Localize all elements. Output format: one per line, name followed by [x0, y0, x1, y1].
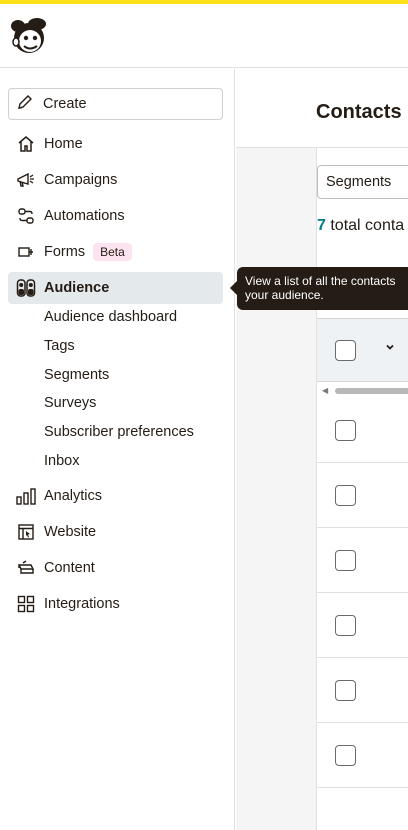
table-row	[317, 398, 408, 463]
sidebar-subitem-surveys[interactable]: Surveys	[44, 395, 96, 411]
pencil-icon	[17, 94, 33, 115]
table-row	[317, 658, 408, 723]
form-icon	[16, 242, 36, 262]
sidebar-subitem-inbox[interactable]: Inbox	[44, 453, 79, 469]
automation-icon	[16, 206, 36, 226]
sidebar-subitem-tags[interactable]: Tags	[44, 338, 75, 354]
table-row	[317, 593, 408, 658]
sidebar-item-label: Automations	[44, 208, 125, 224]
sidebar-item-content[interactable]: Content	[8, 552, 223, 584]
sidebar-item-label: Analytics	[44, 488, 103, 504]
beta-badge: Beta	[93, 243, 132, 261]
sidebar-item-forms[interactable]: Forms Beta	[8, 236, 223, 268]
sidebar-item-analytics[interactable]: Analytics	[8, 480, 223, 512]
table-row	[317, 723, 408, 788]
mailchimp-logo-icon[interactable]	[10, 16, 48, 56]
total-contacts-label: total conta	[325, 217, 405, 234]
table-row	[317, 528, 408, 593]
segments-select[interactable]: Segments	[317, 165, 408, 199]
segments-select-value: Segments	[326, 174, 392, 190]
sidebar-item-label: Audience	[44, 280, 110, 296]
create-button[interactable]: Create	[8, 88, 223, 120]
sidebar-item-label: Integrations	[44, 596, 120, 612]
total-contacts-text: 7 total conta	[317, 217, 404, 235]
total-contacts-count: 7	[317, 217, 326, 234]
row-checkbox[interactable]	[335, 615, 356, 636]
chevron-down-icon[interactable]	[385, 341, 395, 355]
website-icon	[16, 522, 36, 542]
row-checkbox[interactable]	[335, 420, 356, 441]
sidebar-item-label: Website	[44, 524, 97, 540]
scrollbar-thumb[interactable]	[335, 388, 408, 394]
table-header-row	[317, 318, 408, 382]
main-content: Contacts Segments 7 total conta ◀	[236, 69, 408, 830]
select-all-checkbox[interactable]	[335, 340, 356, 361]
row-checkbox[interactable]	[335, 745, 356, 766]
sidebar-item-website[interactable]: Website	[8, 516, 223, 548]
home-icon	[16, 134, 36, 154]
create-button-label: Create	[43, 96, 87, 112]
table-row	[317, 463, 408, 528]
audience-icon	[16, 278, 36, 298]
row-checkbox[interactable]	[335, 550, 356, 571]
contacts-panel: Segments 7 total conta ◀	[316, 148, 408, 830]
integrations-icon	[16, 594, 36, 614]
sidebar-item-automations[interactable]: Automations	[8, 200, 223, 232]
sidebar-item-label: Content	[44, 560, 95, 576]
sidebar-item-label: Home	[44, 136, 83, 152]
page-title: Contacts	[316, 101, 402, 123]
scroll-left-arrow-icon[interactable]: ◀	[322, 386, 328, 395]
sidebar-item-audience[interactable]: Audience	[8, 272, 223, 304]
content-icon	[16, 558, 36, 578]
sidebar-item-campaigns[interactable]: Campaigns	[8, 164, 223, 196]
row-checkbox[interactable]	[335, 680, 356, 701]
sidebar-item-integrations[interactable]: Integrations	[8, 588, 223, 620]
sidebar-item-label: Forms	[44, 244, 86, 260]
megaphone-icon	[16, 170, 36, 190]
bar-chart-icon	[16, 486, 36, 506]
sidebar-item-home[interactable]: Home	[8, 128, 223, 160]
horizontal-scrollbar[interactable]: ◀	[317, 385, 408, 397]
sidebar-subitem-audience-dashboard[interactable]: Audience dashboard	[44, 309, 177, 325]
sidebar: Create Home Campaigns Automations Forms …	[0, 69, 235, 830]
sidebar-subitem-segments[interactable]: Segments	[44, 367, 109, 383]
app-header	[0, 4, 408, 68]
row-checkbox[interactable]	[335, 485, 356, 506]
sidebar-item-label: Campaigns	[44, 172, 118, 188]
sidebar-subitem-subscriber-preferences[interactable]: Subscriber preferences	[44, 424, 194, 440]
audience-tooltip: View a list of all the contacts your aud…	[230, 267, 408, 310]
page-header: Contacts	[236, 69, 408, 148]
